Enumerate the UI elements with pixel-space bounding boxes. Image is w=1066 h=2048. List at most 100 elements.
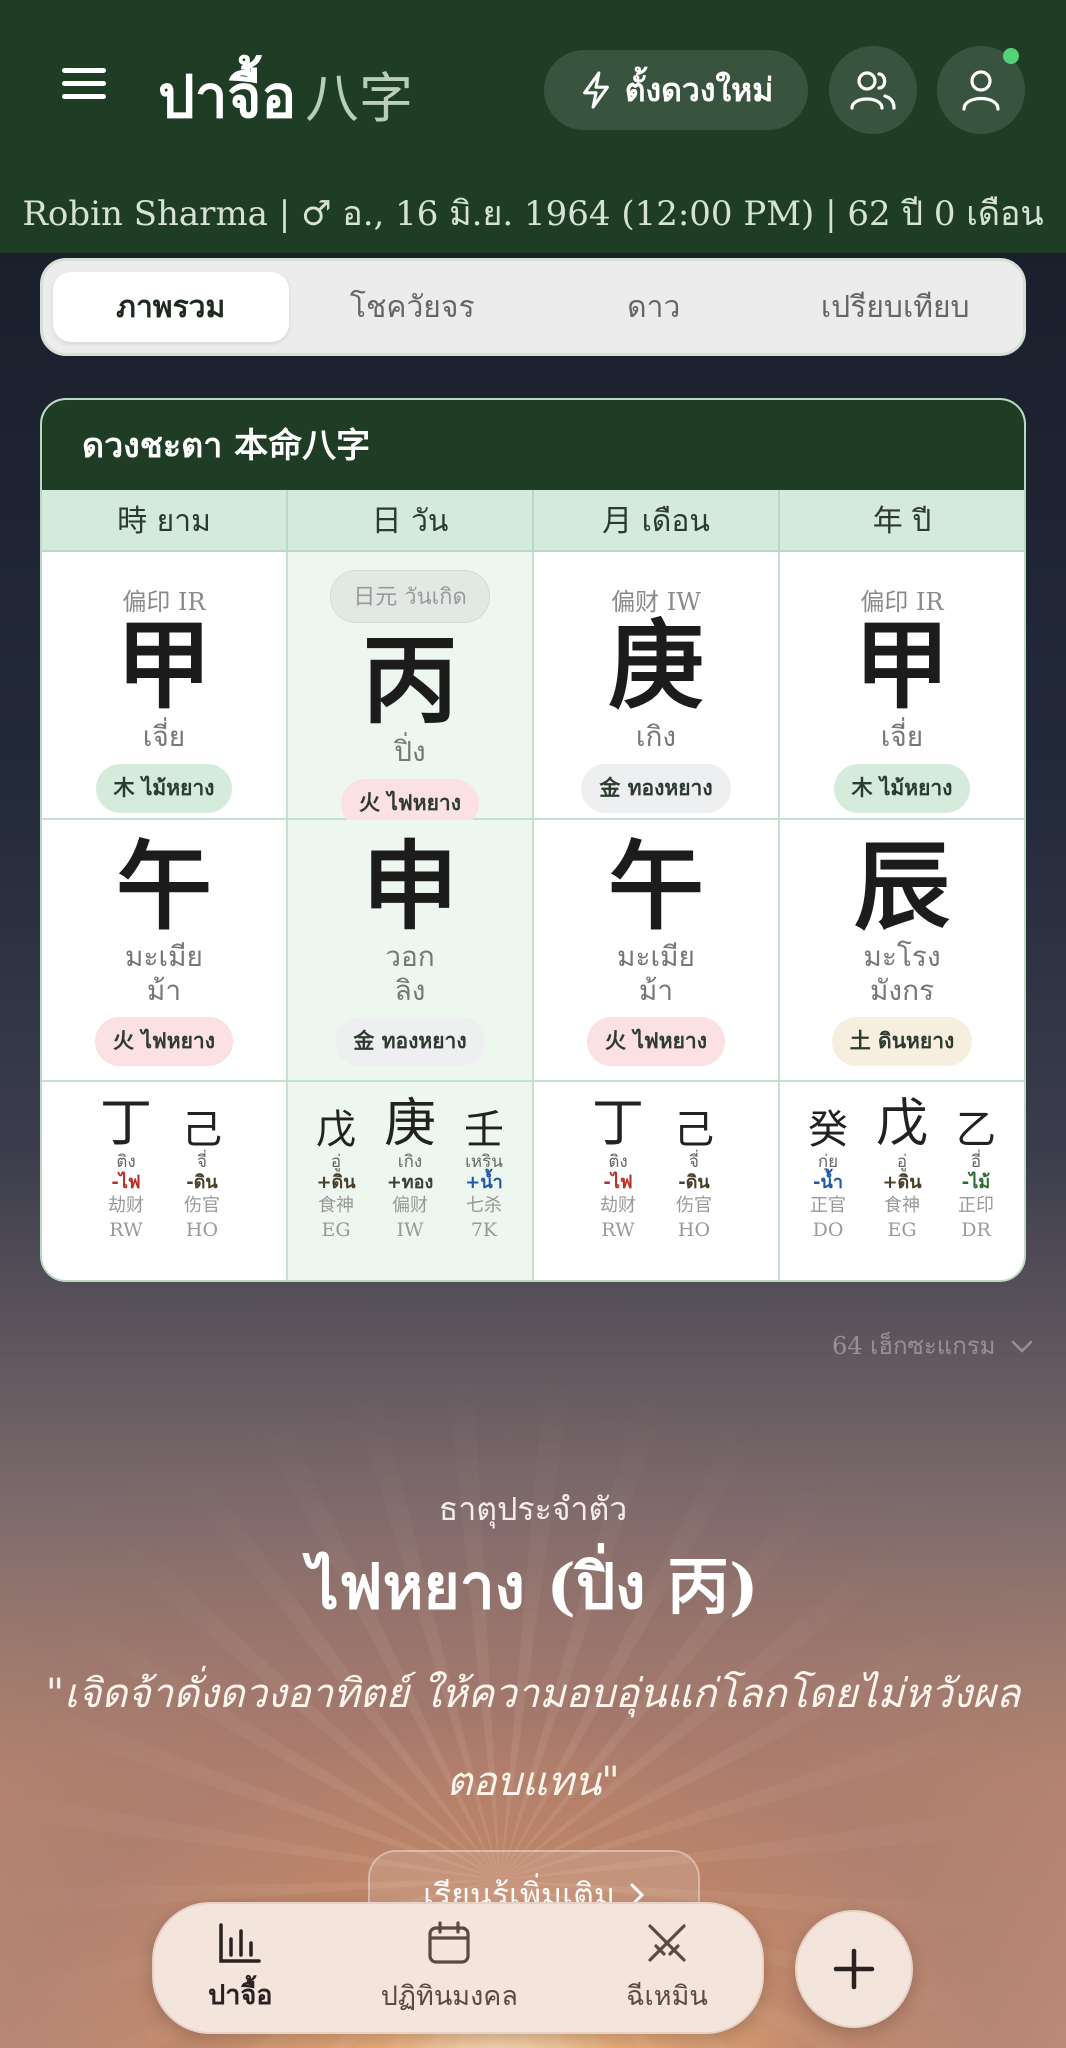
branch-reading: มะเมีย: [617, 940, 695, 973]
hidden-stem-element: -ไม้: [961, 1172, 991, 1193]
hidden-stem-char: 己: [182, 1107, 222, 1153]
nav-label: ฉีเหมิน: [626, 1980, 708, 2012]
hidden-stem-god: 劫财: [600, 1195, 636, 1216]
hidden-stem-god: 偏财: [392, 1195, 428, 1216]
hidden-stem-char: 丁: [99, 1094, 152, 1154]
branch-character: 午: [608, 830, 704, 943]
add-button[interactable]: [795, 1910, 913, 2028]
branch-animal: ม้า: [638, 974, 674, 1007]
branch-cell-hour[interactable]: 午 มะเมีย ม้า 火 ไฟหยาง: [42, 820, 288, 1080]
hidden-stems-cell-hour: 丁 ติง -ไฟ 劫财 RW 己 จี่ -ดิน 伤官 HO: [42, 1082, 288, 1280]
hidden-stem-reading: อี่: [970, 1152, 982, 1172]
new-chart-label: ตั้งดวงใหม่: [624, 70, 774, 109]
chart-title: ดวงชะตา 本命八字: [42, 400, 1024, 490]
tab-overview[interactable]: ภาพรวม: [53, 272, 289, 342]
hidden-stem-abbr: IW: [396, 1219, 424, 1241]
stem-cell-month[interactable]: 偏财 IW 庚 เกิง 金 ทองหยาง: [534, 552, 780, 818]
hidden-stem-abbr: DO: [812, 1219, 844, 1241]
app-title: ปาจื้อ: [158, 63, 297, 131]
hamburger-menu-icon[interactable]: [62, 68, 106, 112]
hidden-stem-god: 正官: [810, 1195, 846, 1216]
hidden-stem-abbr: EG: [321, 1219, 351, 1241]
hidden-stems-cell-day: 戊 อู่ +ดิน 食神 EG 庚 เกิง +ทอง 偏财 IW 壬 เหร…: [288, 1082, 534, 1280]
hidden-stem-element: -ไฟ: [603, 1172, 633, 1193]
nav-item-calendar[interactable]: ปฏิทินมงคล: [381, 1920, 518, 2017]
hidden-stems-row: 丁 ติง -ไฟ 劫财 RW 己 จี่ -ดิน 伤官 HO 戊 อู่ +…: [42, 1082, 1024, 1280]
stem-character: 庚: [608, 609, 704, 722]
hidden-stem-element: -น้ำ: [813, 1172, 843, 1193]
hidden-stem-element: +ทอง: [386, 1172, 434, 1193]
hidden-stem-god: 伤官: [184, 1195, 220, 1216]
nav-item-bazi[interactable]: ปาจื้อ: [208, 1921, 272, 2016]
bottom-navigation: ปาจื้อ ปฏิทินมงคล ฉีเหมิน: [152, 1902, 764, 2034]
stem-reading: เจี่ย: [142, 720, 186, 753]
hidden-stem-god: 七杀: [466, 1195, 502, 1216]
branch-cell-month[interactable]: 午 มะเมีย ม้า 火 ไฟหยาง: [534, 820, 780, 1080]
stem-reading: เกิง: [635, 720, 677, 753]
new-chart-button[interactable]: ตั้งดวงใหม่: [544, 50, 808, 130]
hidden-stem-reading: เกิง: [397, 1152, 423, 1172]
hexagram-label: 64 เฮ็กซะแกรม: [832, 1332, 996, 1360]
element-badge: 金 ทองหยาง: [581, 764, 731, 813]
hidden-stem-reading: เหริน: [465, 1152, 503, 1172]
stem-cell-day[interactable]: 日元 วันเกิด 丙 ปิ่ง 火 ไฟหยาง: [288, 552, 534, 828]
hidden-stems-cell-year: 癸 กุ่ย -น้ำ 正官 DO 戊 อู่ +ดิน 食神 EG 乙 อี่…: [780, 1082, 1024, 1280]
stem-character: 丙: [362, 624, 458, 737]
element-badge: 土 ดินหยาง: [831, 1017, 973, 1066]
earthly-branches-row: 午 มะเมีย ม้า 火 ไฟหยาง 申 วอก ลิง 金 ทองหยา…: [42, 820, 1024, 1082]
tab-luck-cycles[interactable]: โชควัยจร: [295, 272, 531, 342]
heavenly-stems-row: 偏印 IR 甲 เจี่ย 木 ไม้หยาง 日元 วันเกิด 丙 ปิ่…: [42, 552, 1024, 828]
branch-cell-day[interactable]: 申 วอก ลิง 金 ทองหยาง: [288, 820, 534, 1080]
hidden-stem-abbr: EG: [887, 1219, 917, 1241]
hidden-stem-reading: อู่: [330, 1152, 342, 1172]
hidden-stem: 癸 กุ่ย -น้ำ 正官 DO: [800, 1098, 856, 1242]
hidden-stem: 丁 ติง -ไฟ 劫财 RW: [590, 1098, 646, 1242]
nav-label: ปาจื้อ: [208, 1979, 273, 2011]
hexagram-toggle[interactable]: 64 เฮ็กซะแกรม: [832, 1326, 1033, 1365]
tab-stars[interactable]: ดาว: [536, 272, 772, 342]
app-title-chinese: 八字: [305, 67, 413, 130]
hidden-stem-reading: ติง: [116, 1152, 136, 1172]
notification-dot: [1003, 48, 1019, 64]
nav-item-qimen[interactable]: ฉีเหมิน: [626, 1920, 708, 2017]
element-badge: 火 ไฟหยาง: [95, 1017, 233, 1066]
hidden-stem-abbr: RW: [109, 1219, 143, 1241]
hidden-stem: 丁 ติง -ไฟ 劫财 RW: [98, 1098, 154, 1242]
hidden-stem: 庚 เกิง +ทอง 偏财 IW: [382, 1098, 438, 1242]
hidden-stem-reading: จี่: [689, 1152, 699, 1172]
hidden-stem: 己 จี่ -ดิน 伤官 HO: [666, 1098, 722, 1242]
tab-compare[interactable]: เปรียบเทียบ: [778, 272, 1014, 342]
element-badge: 火 ไฟหยาง: [587, 1017, 725, 1066]
hidden-stem-reading: จี่: [197, 1152, 207, 1172]
hidden-stems-cell-month: 丁 ติง -ไฟ 劫财 RW 己 จี่ -ดิน 伤官 HO: [534, 1082, 780, 1280]
branch-animal: ลิง: [394, 974, 426, 1007]
hidden-stem-char: 戊: [316, 1107, 356, 1153]
pillar-header-month: 月 เดือน: [534, 490, 780, 550]
hidden-stem-god: 伤官: [676, 1195, 712, 1216]
hidden-stem-char: 己: [674, 1107, 714, 1153]
hidden-stem-abbr: RW: [601, 1219, 635, 1241]
pillar-header-year: 年 ปี: [872, 503, 932, 539]
people-button[interactable]: [829, 46, 917, 134]
user-icon: [962, 70, 1000, 111]
hidden-stem-char: 丁: [591, 1094, 644, 1154]
hidden-stem-element: +ดิน: [882, 1172, 922, 1193]
branch-reading: มะเมีย: [125, 940, 203, 973]
hidden-stem-element: -ไฟ: [111, 1172, 141, 1193]
people-icon: [850, 71, 896, 110]
hidden-stem-reading: กุ่ย: [817, 1152, 839, 1172]
hidden-stem: 壬 เหริน +น้ำ 七杀 7K: [456, 1098, 512, 1242]
element-badge: 金 ทองหยาง: [335, 1017, 485, 1066]
hidden-stem-char: 壬: [464, 1107, 504, 1153]
stem-cell-year[interactable]: 偏印 IR 甲 เจี่ย 木 ไม้หยาง: [780, 552, 1024, 818]
pillar-header-day: 日 วัน: [288, 490, 534, 550]
stem-cell-hour[interactable]: 偏印 IR 甲 เจี่ย 木 ไม้หยาง: [42, 552, 288, 818]
app-header: ปาจื้อ 八字 ตั้งดวงใหม่ Robin Sharma | ♂ อ…: [0, 0, 1066, 253]
branch-cell-year[interactable]: 辰 มะโรง มังกร 土 ดินหยาง: [780, 820, 1024, 1080]
hidden-stem-element: +ดิน: [316, 1172, 356, 1193]
stem-character: 甲: [854, 609, 950, 722]
natal-chart-card: ดวงชะตา 本命八字 時 ยาม 日 วัน 月 เดือน 年 ปี 偏印…: [40, 398, 1026, 1282]
day-master-badge: 日元 วันเกิด: [330, 570, 490, 623]
element-badge: 木 ไม้หยาง: [95, 764, 233, 813]
chevron-down-icon: [1011, 1340, 1033, 1353]
